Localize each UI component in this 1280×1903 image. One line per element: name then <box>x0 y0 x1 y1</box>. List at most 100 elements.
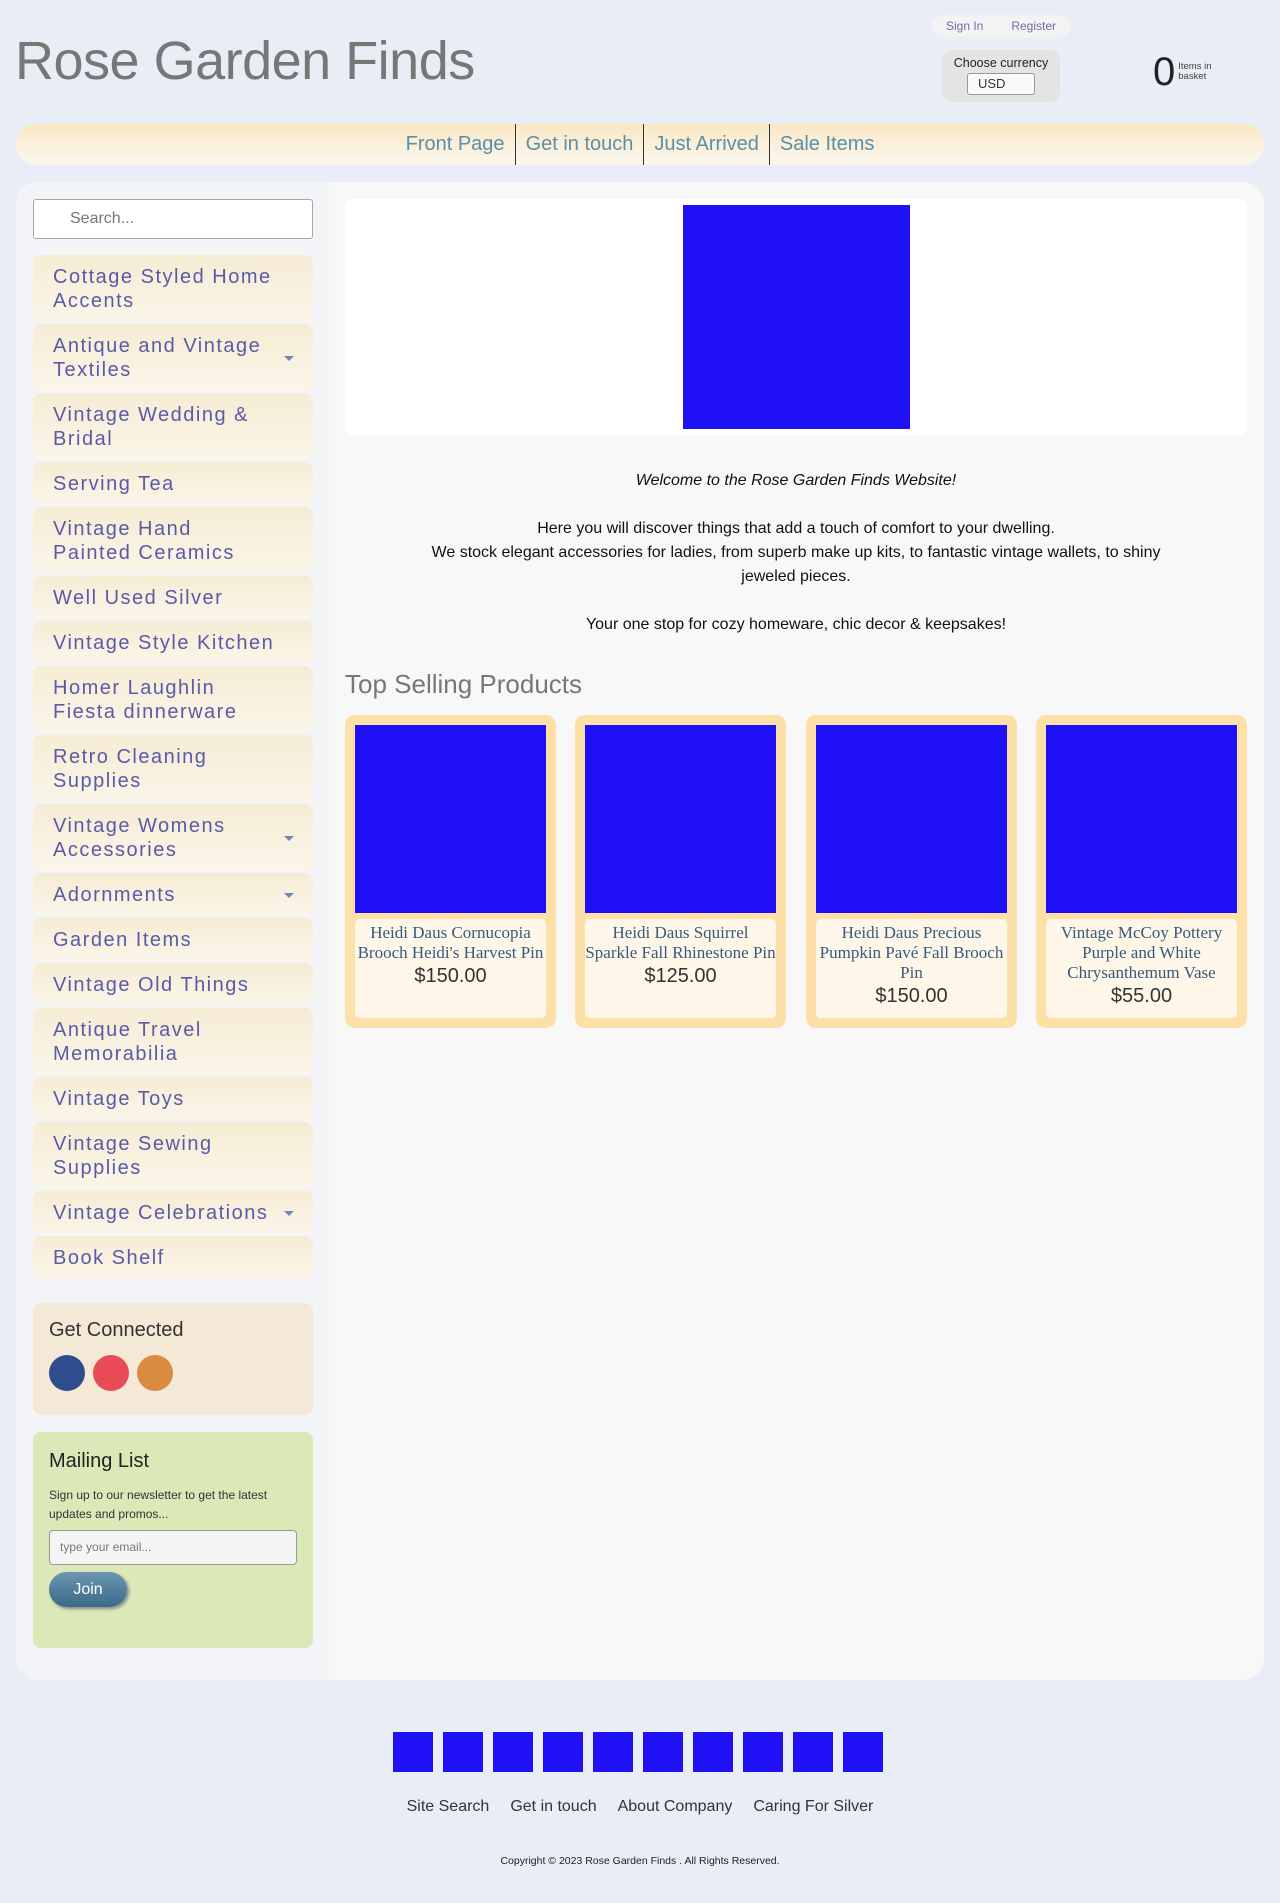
product-info: Heidi Daus Cornucopia Brooch Heidi's Har… <box>355 919 546 1018</box>
sidebar-item-vintage-hand-painted-ceramics[interactable]: Vintage Hand Painted Ceramics <box>33 507 313 574</box>
sidebar-item-vintage-style-kitchen[interactable]: Vintage Style Kitchen <box>33 621 313 664</box>
payment-icon <box>393 1732 433 1772</box>
product-image[interactable] <box>585 725 776 913</box>
footer-link-site-search[interactable]: Site Search <box>407 1798 490 1816</box>
sidebar-item-garden-items[interactable]: Garden Items <box>33 918 313 961</box>
email-field[interactable]: type your email... <box>49 1530 297 1565</box>
copyright: Copyright © 2023 Rose Garden Finds . All… <box>500 1855 780 1867</box>
mailing-list-panel: Mailing List Sign up to our newsletter t… <box>33 1432 313 1648</box>
footer-link-about-company[interactable]: About Company <box>618 1798 733 1816</box>
sidebar-item-cottage-styled-home-accents[interactable]: Cottage Styled Home Accents <box>33 255 313 322</box>
hero-image[interactable] <box>683 205 910 429</box>
sidebar-item-vintage-wedding-bridal[interactable]: Vintage Wedding & Bridal <box>33 393 313 460</box>
site-title[interactable]: Rose Garden Finds <box>15 30 475 92</box>
sidebar-item-label: Vintage Celebrations <box>53 1202 269 1224</box>
sidebar-item-adornments[interactable]: Adornments <box>33 873 313 916</box>
sidebar-item-serving-tea[interactable]: Serving Tea <box>33 462 313 505</box>
nav-sale-items[interactable]: Sale Items <box>768 124 884 165</box>
product-price: $150.00 <box>414 965 487 987</box>
sidebar-item-label: Antique and Vintage Textiles <box>53 335 262 381</box>
sidebar-item-label: Adornments <box>53 884 176 906</box>
currency-select[interactable]: USD <box>967 73 1035 95</box>
sign-in-link[interactable]: Sign In <box>946 19 983 33</box>
sidebar-item-well-used-silver[interactable]: Well Used Silver <box>33 576 313 619</box>
sidebar-item-homer-laughlin-fiesta-dinnerware[interactable]: Homer Laughlin Fiesta dinnerware <box>33 666 313 733</box>
facebook-icon[interactable] <box>49 1355 85 1391</box>
product-image[interactable] <box>816 725 1007 913</box>
payment-icon <box>593 1732 633 1772</box>
chevron-down-icon[interactable] <box>284 892 294 898</box>
footer-link-get-in-touch[interactable]: Get in touch <box>510 1798 596 1816</box>
payment-icon <box>643 1732 683 1772</box>
sidebar-item-label: Antique Travel Memorabilia <box>53 1019 202 1065</box>
sidebar-item-label: Vintage Toys <box>53 1088 185 1110</box>
payment-icon <box>693 1732 733 1772</box>
product-info: Heidi Daus Squirrel Sparkle Fall Rhinest… <box>585 919 776 1018</box>
nav-just-arrived[interactable]: Just Arrived <box>643 124 768 165</box>
product-name[interactable]: Vintage McCoy Pottery Purple and White C… <box>1046 923 1237 983</box>
join-button[interactable]: Join <box>49 1572 127 1607</box>
sidebar-item-vintage-old-things[interactable]: Vintage Old Things <box>33 963 313 1006</box>
product-card[interactable]: Heidi Daus Cornucopia Brooch Heidi's Har… <box>345 715 556 1028</box>
nav-front-page[interactable]: Front Page <box>396 124 515 165</box>
sidebar-item-label: Vintage Wedding & Bridal <box>53 404 249 450</box>
chevron-down-icon[interactable] <box>284 1210 294 1216</box>
get-connected-panel: Get Connected <box>33 1303 313 1415</box>
payment-icon <box>493 1732 533 1772</box>
sidebar-item-label: Retro Cleaning Supplies <box>53 746 208 792</box>
register-link[interactable]: Register <box>1011 19 1056 33</box>
sidebar-item-antique-and-vintage-textiles[interactable]: Antique and Vintage Textiles <box>33 324 313 391</box>
currency-label: Choose currency <box>953 56 1049 70</box>
payment-icon <box>543 1732 583 1772</box>
product-name[interactable]: Heidi Daus Squirrel Sparkle Fall Rhinest… <box>585 923 776 963</box>
mailing-list-description: Sign up to our newsletter to get the lat… <box>49 1488 268 1521</box>
footer-links: Site Search Get in touch About Company C… <box>0 1798 1280 1816</box>
search-input[interactable]: Search... <box>33 199 313 239</box>
sidebar-item-label: Vintage Style Kitchen <box>53 632 275 654</box>
social-links <box>49 1355 297 1391</box>
sidebar-item-label: Garden Items <box>53 929 193 951</box>
sidebar-item-label: Vintage Sewing Supplies <box>53 1133 213 1179</box>
basket-label: Items in basket <box>1178 61 1212 82</box>
product-card[interactable]: Heidi Daus Squirrel Sparkle Fall Rhinest… <box>575 715 786 1028</box>
sidebar-item-book-shelf[interactable]: Book Shelf <box>33 1236 313 1279</box>
sidebar-item-vintage-sewing-supplies[interactable]: Vintage Sewing Supplies <box>33 1122 313 1189</box>
product-grid: Heidi Daus Cornucopia Brooch Heidi's Har… <box>345 715 1247 1028</box>
product-price: $150.00 <box>875 985 948 1007</box>
payment-icon <box>843 1732 883 1772</box>
product-card[interactable]: Heidi Daus Precious Pumpkin Pavé Fall Br… <box>806 715 1017 1028</box>
pinterest-icon[interactable] <box>93 1355 129 1391</box>
chevron-down-icon[interactable] <box>284 355 294 361</box>
product-name[interactable]: Heidi Daus Cornucopia Brooch Heidi's Har… <box>355 923 546 963</box>
sidebar-item-label: Vintage Womens Accessories <box>53 815 226 861</box>
product-info: Heidi Daus Precious Pumpkin Pavé Fall Br… <box>816 919 1007 1018</box>
chevron-down-icon[interactable] <box>284 835 294 841</box>
top-selling-title: Top Selling Products <box>345 669 583 699</box>
sidebar-item-label: Cottage Styled Home Accents <box>53 266 272 312</box>
product-card[interactable]: Vintage McCoy Pottery Purple and White C… <box>1036 715 1247 1028</box>
welcome-tagline: Your one stop for cozy homeware, chic de… <box>585 616 1007 633</box>
sidebar: Search... Cottage Styled Home Accents An… <box>16 182 329 1680</box>
sidebar-item-vintage-toys[interactable]: Vintage Toys <box>33 1077 313 1120</box>
nav-get-in-touch[interactable]: Get in touch <box>514 124 644 165</box>
sidebar-item-label: Serving Tea <box>53 473 175 495</box>
product-image[interactable] <box>355 725 546 913</box>
sidebar-item-vintage-celebrations[interactable]: Vintage Celebrations <box>33 1191 313 1234</box>
product-name[interactable]: Heidi Daus Precious Pumpkin Pavé Fall Br… <box>816 923 1007 983</box>
sidebar-item-retro-cleaning-supplies[interactable]: Retro Cleaning Supplies <box>33 735 313 802</box>
basket-summary[interactable]: 0 Items in basket <box>1153 52 1218 92</box>
content-area: Search... Cottage Styled Home Accents An… <box>16 182 1264 1680</box>
category-menu: Cottage Styled Home Accents Antique and … <box>33 255 313 1281</box>
rss-icon[interactable] <box>137 1355 173 1391</box>
payment-icon <box>443 1732 483 1772</box>
product-image[interactable] <box>1046 725 1237 913</box>
footer-link-caring-for-silver[interactable]: Caring For Silver <box>753 1798 873 1816</box>
hero-banner <box>345 199 1247 435</box>
product-price: $55.00 <box>1110 985 1173 1007</box>
product-info: Vintage McCoy Pottery Purple and White C… <box>1046 919 1237 1018</box>
payment-methods <box>393 1732 883 1772</box>
welcome-line: Here you will discover things that add a… <box>537 520 1055 537</box>
sidebar-item-antique-travel-memorabilia[interactable]: Antique Travel Memorabilia <box>33 1008 313 1075</box>
sidebar-item-vintage-womens-accessories[interactable]: Vintage Womens Accessories <box>33 804 313 871</box>
product-price: $125.00 <box>644 965 717 987</box>
